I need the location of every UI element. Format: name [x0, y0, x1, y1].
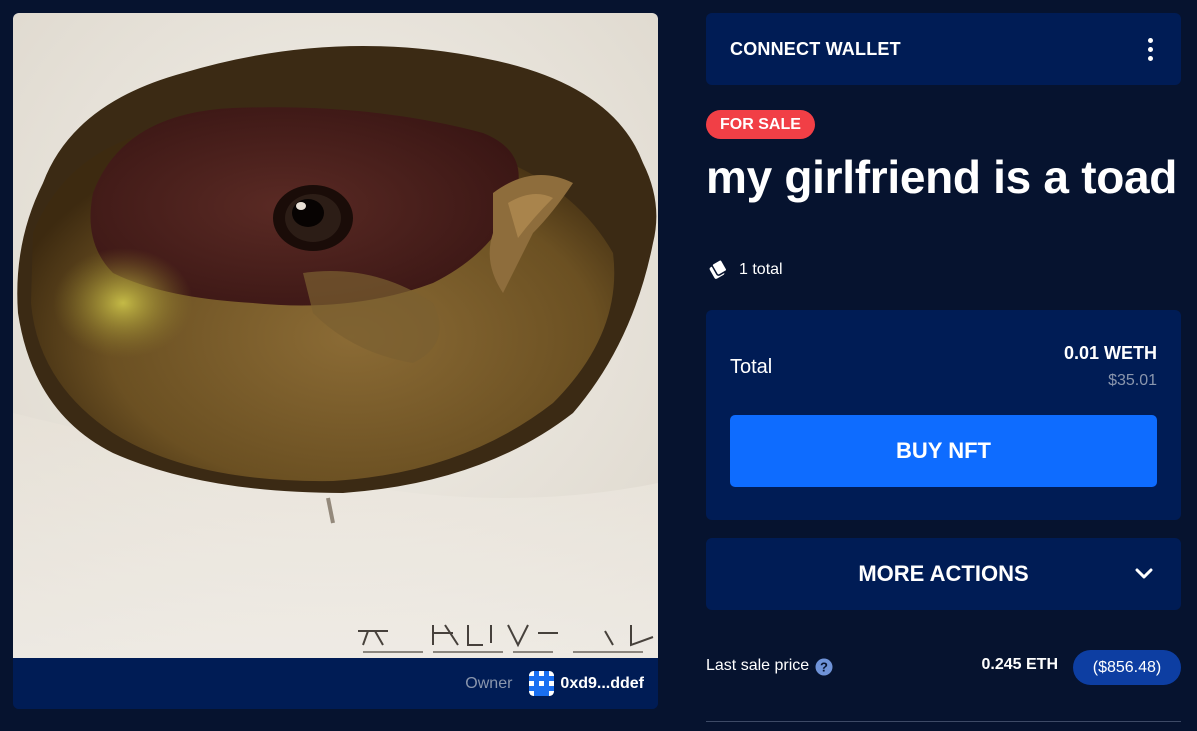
identicon-avatar-icon[interactable]	[529, 671, 555, 696]
owner-label: Owner	[465, 674, 513, 692]
help-circle-icon[interactable]: ?	[815, 658, 833, 676]
supply-count: 1 total	[739, 261, 783, 278]
last-sale-label: Last sale price	[706, 657, 810, 674]
nft-artwork-image[interactable]	[13, 13, 658, 658]
price-weth: 0.01 WETH	[1063, 343, 1157, 363]
more-actions-dropdown[interactable]: MORE ACTIONS	[706, 538, 1181, 610]
owner-bar: Owner 0xd9...ddef	[13, 658, 658, 709]
nft-title: my girlfriend is a toad	[706, 151, 1178, 203]
chevron-down-icon	[1135, 568, 1153, 579]
divider	[706, 721, 1181, 722]
nft-media-card: Owner 0xd9...ddef	[13, 13, 658, 709]
owner-address-link[interactable]: 0xd9...ddef	[560, 675, 644, 693]
price-usd: $35.01	[1108, 372, 1157, 389]
last-sale-usd-pill: ($856.48)	[1073, 650, 1181, 685]
buy-panel: Total 0.01 WETH $35.01 BUY NFT	[706, 310, 1181, 520]
status-badge: FOR SALE	[706, 110, 815, 139]
last-sale-row: Last sale price ?	[706, 656, 833, 676]
connect-wallet-button[interactable]: CONNECT WALLET	[730, 39, 901, 60]
buy-nft-button[interactable]: BUY NFT	[730, 415, 1157, 487]
tickets-icon	[709, 259, 728, 279]
more-actions-label: MORE ACTIONS	[858, 561, 1029, 586]
svg-text:?: ?	[820, 660, 828, 675]
kebab-menu-icon[interactable]	[1144, 34, 1157, 65]
connect-wallet-bar: CONNECT WALLET	[706, 13, 1181, 85]
last-sale-eth: 0.245 ETH	[981, 656, 1058, 673]
nft-detail-page: Owner 0xd9...ddef CONNECT WALLET FOR SAL…	[0, 0, 1197, 731]
total-label: Total	[730, 356, 773, 378]
supply-info: 1 total	[706, 258, 783, 282]
